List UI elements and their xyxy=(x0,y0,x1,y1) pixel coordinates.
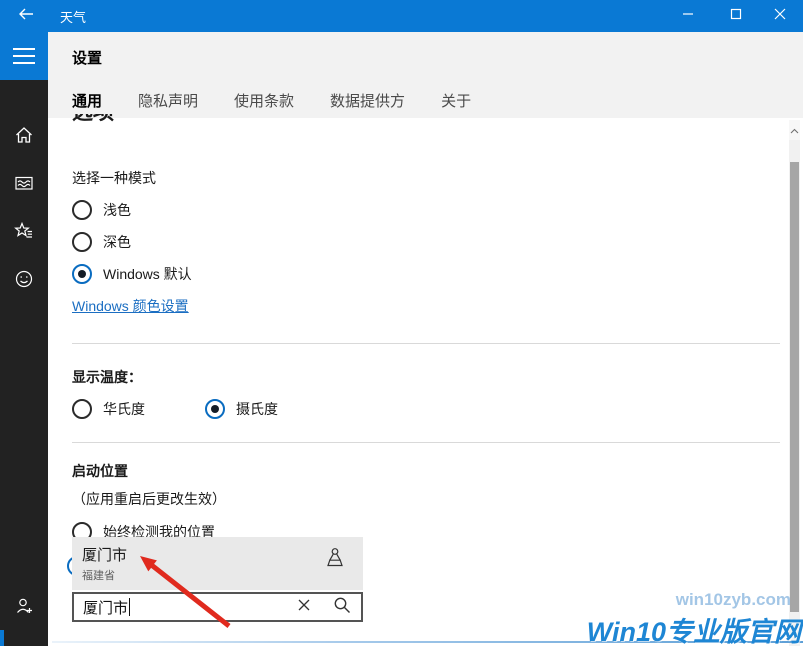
page-title: 设置 xyxy=(72,47,102,68)
windows-color-settings-link[interactable]: Windows 颜色设置 xyxy=(72,296,189,316)
radio-fahrenheit[interactable]: 华氏度 xyxy=(72,399,145,419)
sidebar-item-signin[interactable] xyxy=(0,584,48,632)
vertical-scrollbar[interactable] xyxy=(789,120,800,646)
clipped-section-heading: 选项 xyxy=(72,114,192,126)
tab-privacy[interactable]: 隐私声明 xyxy=(138,90,198,111)
accent-strip xyxy=(0,630,4,646)
radio-dark-mode[interactable]: 深色 xyxy=(72,232,131,252)
mode-section-heading: 选择一种模式 xyxy=(72,168,156,188)
scroll-up-button[interactable] xyxy=(789,120,800,140)
section-divider xyxy=(72,442,780,443)
maximize-icon xyxy=(730,7,742,25)
back-arrow-icon xyxy=(18,7,34,25)
nav-sidebar xyxy=(0,32,48,646)
temperature-section-heading: 显示温度： xyxy=(72,367,142,387)
maximize-button[interactable] xyxy=(716,0,756,32)
radio-label: Windows 默认 xyxy=(103,264,192,284)
radio-windows-default-mode[interactable]: Windows 默认 xyxy=(72,264,192,284)
sidebar-item-home[interactable] xyxy=(0,113,48,161)
radio-celsius[interactable]: 摄氏度 xyxy=(205,399,278,419)
smiley-icon xyxy=(14,269,34,294)
suggestion-province: 福建省 xyxy=(82,567,115,583)
map-pin-icon xyxy=(325,547,345,576)
section-divider xyxy=(72,343,780,344)
location-suggestion-item[interactable]: 厦门市 福建省 xyxy=(72,537,363,590)
tab-terms[interactable]: 使用条款 xyxy=(234,90,294,111)
close-button[interactable] xyxy=(760,0,800,32)
location-search-input[interactable]: 厦门市 xyxy=(72,592,363,622)
radio-circle xyxy=(72,232,92,252)
radio-circle xyxy=(205,399,225,419)
home-icon xyxy=(14,125,34,150)
tab-about[interactable]: 关于 xyxy=(441,90,471,111)
weather-app-window: 天气 xyxy=(0,0,803,646)
radio-label: 摄氏度 xyxy=(236,399,278,419)
text-caret xyxy=(129,598,130,616)
sidebar-item-favorites[interactable] xyxy=(0,209,48,257)
minimize-icon xyxy=(682,7,694,25)
search-button[interactable] xyxy=(325,594,359,620)
radio-light-mode[interactable]: 浅色 xyxy=(72,200,131,220)
launch-location-note: （应用重启后更改生效） xyxy=(72,489,226,509)
launch-location-heading: 启动位置 xyxy=(72,461,128,481)
radio-circle xyxy=(72,200,92,220)
sidebar-item-feedback[interactable] xyxy=(0,257,48,305)
clear-search-button[interactable] xyxy=(287,594,321,620)
titlebar: 天气 xyxy=(0,0,803,32)
settings-tabs: 通用 隐私声明 使用条款 数据提供方 关于 xyxy=(72,90,471,111)
radio-circle xyxy=(72,264,92,284)
line-chart-icon xyxy=(14,173,34,198)
clear-x-icon xyxy=(297,598,311,617)
settings-header: 设置 通用 隐私声明 使用条款 数据提供方 关于 xyxy=(48,32,803,118)
radio-label: 华氏度 xyxy=(103,399,145,419)
sidebar-item-settings[interactable] xyxy=(0,639,48,646)
window-title: 天气 xyxy=(60,0,86,32)
radio-label: 深色 xyxy=(103,232,131,252)
radio-circle xyxy=(72,399,92,419)
back-button[interactable] xyxy=(8,0,44,32)
magnifier-icon xyxy=(333,596,351,619)
add-user-icon xyxy=(14,596,34,621)
chevron-up-icon xyxy=(790,121,799,139)
sidebar-item-history-chart[interactable] xyxy=(0,161,48,209)
close-icon xyxy=(774,7,786,25)
radio-label: 浅色 xyxy=(103,200,131,220)
hamburger-menu-button[interactable] xyxy=(0,32,48,80)
watermark-site-name: Win10专业版官网 xyxy=(587,610,801,646)
scrollbar-thumb[interactable] xyxy=(790,162,799,612)
search-input-value: 厦门市 xyxy=(83,597,128,618)
watermark-url: win10zyb.com xyxy=(676,590,791,610)
minimize-button[interactable] xyxy=(668,0,708,32)
tab-data-providers[interactable]: 数据提供方 xyxy=(330,90,405,111)
tab-general[interactable]: 通用 xyxy=(72,90,102,111)
suggestion-city: 厦门市 xyxy=(82,544,127,565)
favorites-star-icon xyxy=(14,221,34,246)
